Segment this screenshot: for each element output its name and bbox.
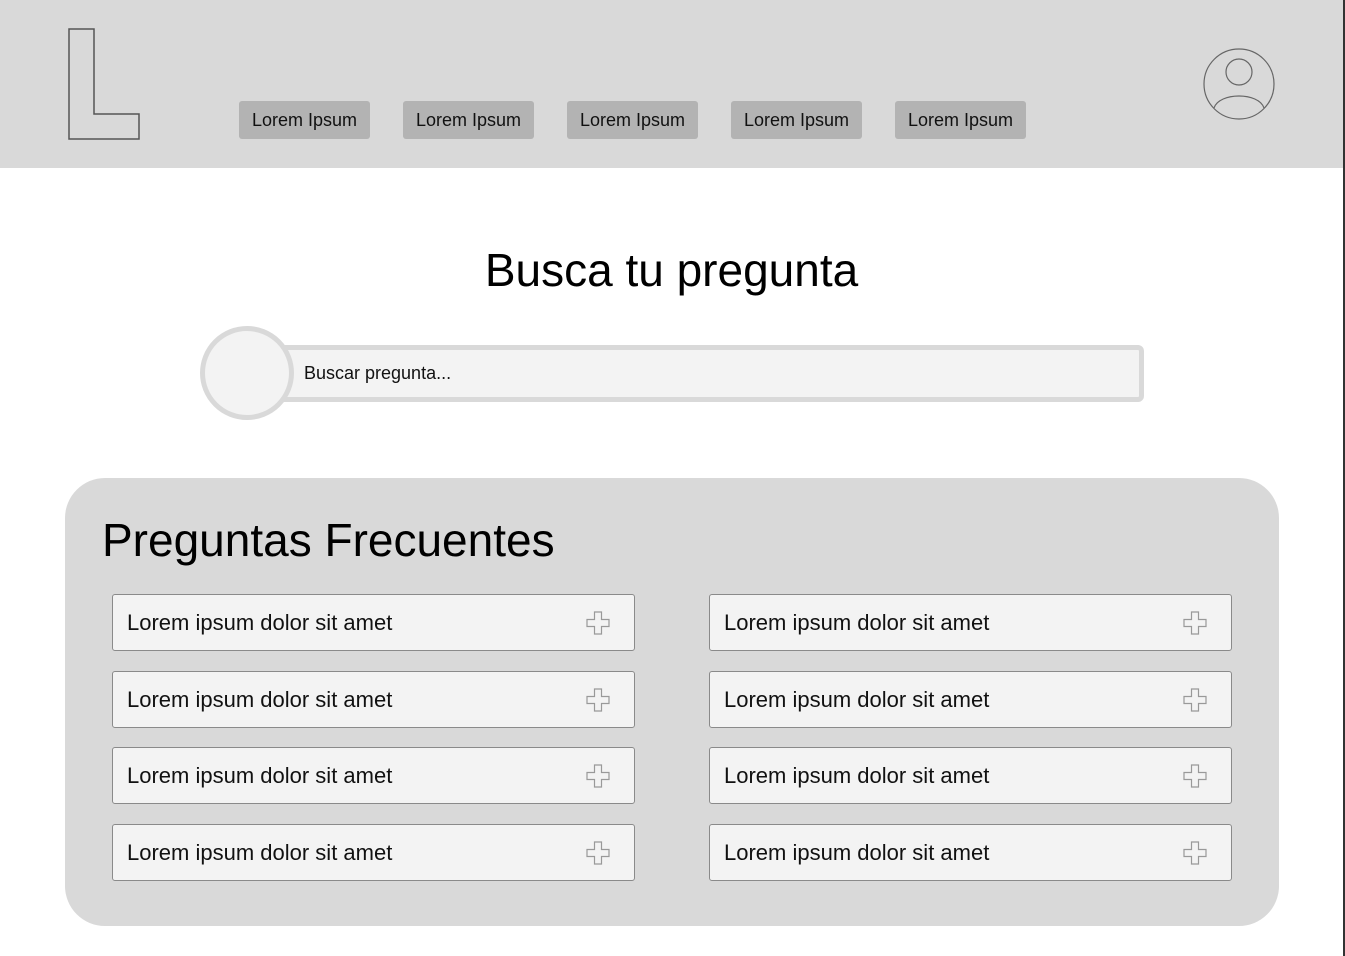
nav-item-3[interactable]: Lorem Ipsum xyxy=(567,101,698,139)
nav-item-5[interactable]: Lorem Ipsum xyxy=(895,101,1026,139)
plus-icon[interactable] xyxy=(585,840,611,866)
faq-item-label: Lorem ipsum dolor sit amet xyxy=(127,687,393,712)
plus-icon[interactable] xyxy=(1182,687,1208,713)
plus-icon[interactable] xyxy=(1182,763,1208,789)
faq-item[interactable]: Lorem ipsum dolor sit amet xyxy=(112,594,635,651)
user-avatar-icon[interactable] xyxy=(1203,48,1275,120)
faq-item-label: Lorem ipsum dolor sit amet xyxy=(127,763,393,788)
main-nav: Lorem Ipsum Lorem Ipsum Lorem Ipsum Lore… xyxy=(239,101,1026,139)
faq-item-label: Lorem ipsum dolor sit amet xyxy=(724,610,990,635)
faq-item[interactable]: Lorem ipsum dolor sit amet xyxy=(709,671,1232,728)
faq-item[interactable]: Lorem ipsum dolor sit amet xyxy=(112,747,635,804)
nav-item-1[interactable]: Lorem Ipsum xyxy=(239,101,370,139)
faq-item-label: Lorem ipsum dolor sit amet xyxy=(724,840,990,865)
logo-icon[interactable] xyxy=(68,28,140,140)
faq-panel: Preguntas Frecuentes Lorem ipsum dolor s… xyxy=(65,478,1279,926)
plus-icon[interactable] xyxy=(585,763,611,789)
faq-item-label: Lorem ipsum dolor sit amet xyxy=(127,610,393,635)
faq-item[interactable]: Lorem ipsum dolor sit amet xyxy=(112,671,635,728)
faq-item[interactable]: Lorem ipsum dolor sit amet xyxy=(709,594,1232,651)
plus-icon[interactable] xyxy=(1182,840,1208,866)
faq-title: Preguntas Frecuentes xyxy=(102,514,555,566)
search-title: Busca tu pregunta xyxy=(484,244,859,296)
search-button-circle[interactable] xyxy=(200,326,294,420)
faq-item-label: Lorem ipsum dolor sit amet xyxy=(724,687,990,712)
faq-item-label: Lorem ipsum dolor sit amet xyxy=(127,840,393,865)
faq-item[interactable]: Lorem ipsum dolor sit amet xyxy=(709,747,1232,804)
nav-item-2[interactable]: Lorem Ipsum xyxy=(403,101,534,139)
site-header: Lorem Ipsum Lorem Ipsum Lorem Ipsum Lore… xyxy=(0,0,1343,168)
faq-item[interactable]: Lorem ipsum dolor sit amet xyxy=(112,824,635,881)
plus-icon[interactable] xyxy=(585,610,611,636)
plus-icon[interactable] xyxy=(1182,610,1208,636)
faq-item[interactable]: Lorem ipsum dolor sit amet xyxy=(709,824,1232,881)
faq-item-label: Lorem ipsum dolor sit amet xyxy=(724,763,990,788)
search-input[interactable] xyxy=(294,352,1134,395)
nav-item-4[interactable]: Lorem Ipsum xyxy=(731,101,862,139)
plus-icon[interactable] xyxy=(585,687,611,713)
